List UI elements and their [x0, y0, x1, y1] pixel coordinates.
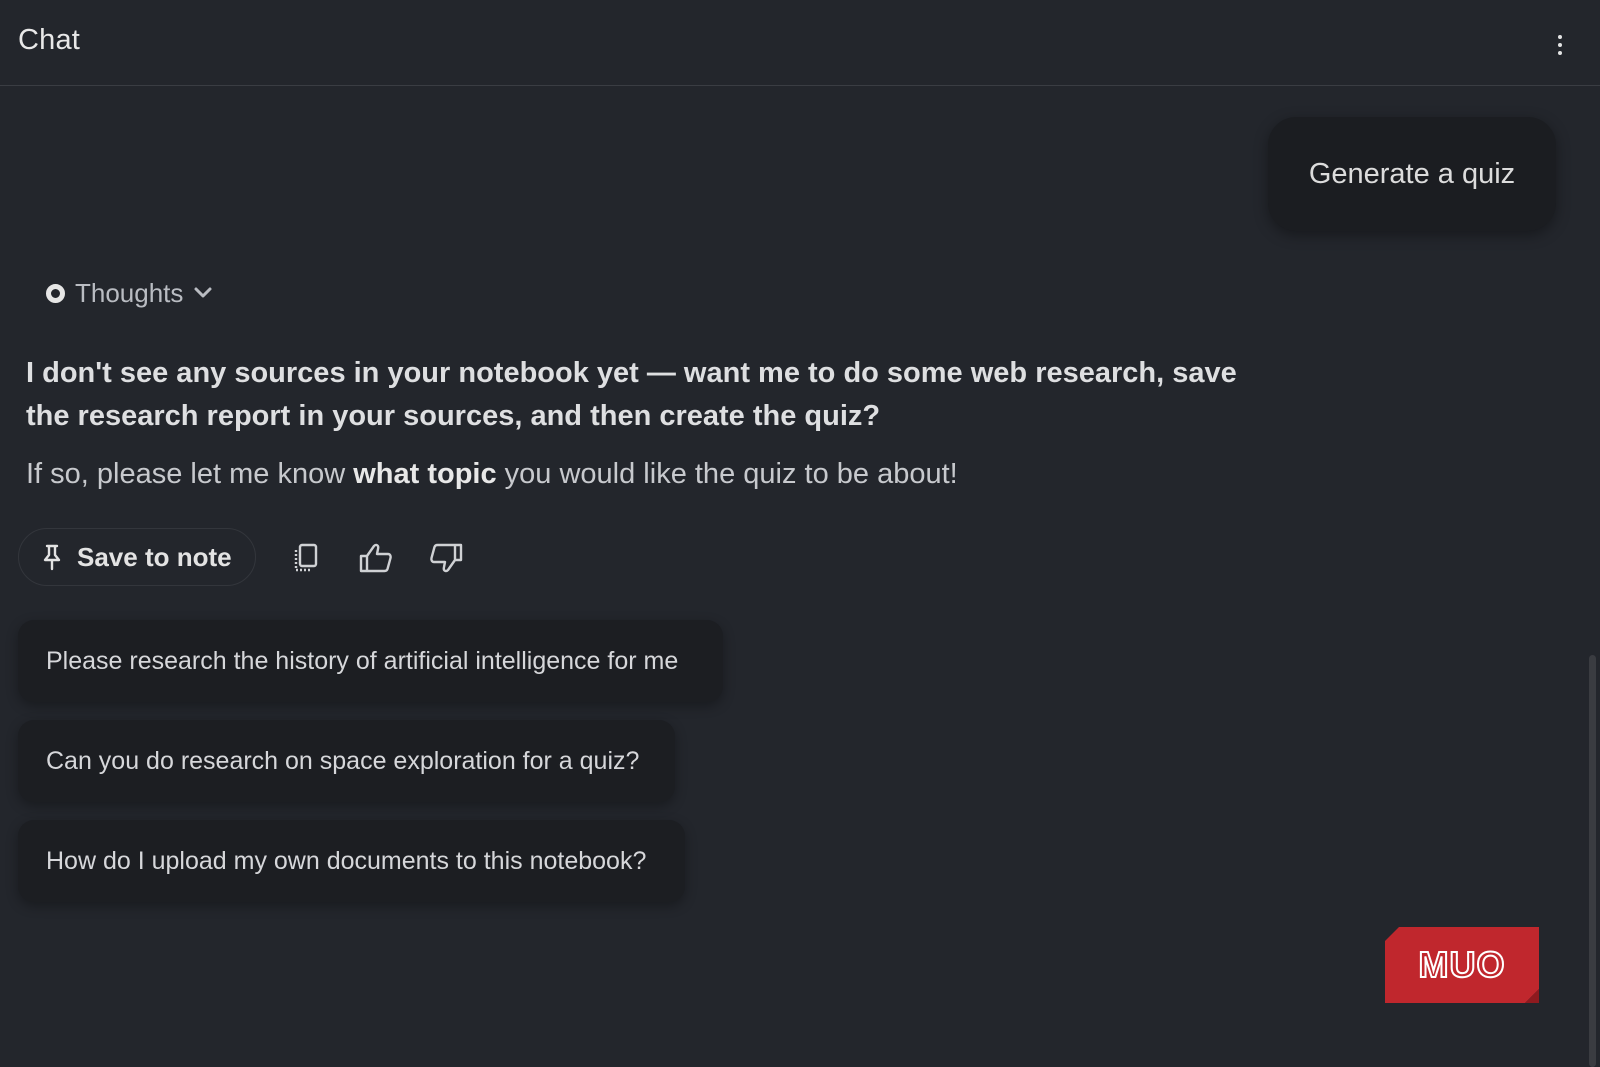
- copy-icon: [294, 543, 318, 572]
- thoughts-toggle[interactable]: Thoughts: [46, 276, 213, 310]
- muo-logo: MUO: [1385, 927, 1539, 1003]
- response-followup-text: If so, please let me know what topic you…: [26, 453, 1266, 496]
- suggestion-chip-2[interactable]: Can you do research on space exploration…: [18, 720, 675, 802]
- response-text-prefix: If so, please let me know: [26, 458, 354, 490]
- response-text-suffix: you would like the quiz to be about!: [496, 458, 958, 490]
- chevron-down-icon: [194, 287, 212, 298]
- scrollbar[interactable]: [1589, 655, 1596, 1067]
- suggestion-text: Please research the history of artificia…: [46, 646, 679, 675]
- thumbs-down-button[interactable]: [424, 536, 468, 580]
- user-message-text: Generate a quiz: [1308, 157, 1516, 190]
- thoughts-label: Thoughts: [75, 277, 184, 308]
- suggestion-chip-3[interactable]: How do I upload my own documents to this…: [18, 820, 685, 902]
- response-text-emphasis: what topic: [353, 458, 497, 490]
- more-vert-icon[interactable]: [1545, 28, 1575, 62]
- thumbs-up-button[interactable]: [354, 536, 398, 580]
- save-to-note-button[interactable]: Save to note: [18, 528, 256, 586]
- suggestion-chip-1[interactable]: Please research the history of artificia…: [18, 620, 723, 702]
- page-title: Chat: [18, 24, 81, 56]
- user-message-bubble: Generate a quiz: [1268, 117, 1556, 231]
- chat-header: Chat: [0, 0, 1600, 86]
- logo-text: MUO: [1419, 944, 1506, 985]
- suggestion-text: How do I upload my own documents to this…: [46, 846, 647, 875]
- thumbs-up-icon: [359, 543, 392, 573]
- response-bold-text: I don't see any sources in your notebook…: [26, 357, 1237, 432]
- pin-icon: [43, 544, 61, 571]
- save-to-note-label: Save to note: [77, 541, 232, 572]
- suggestion-text: Can you do research on space exploration…: [46, 746, 640, 775]
- chat-panel: Chat Generate a quiz Thoughts I don't se…: [0, 0, 1600, 1067]
- thoughts-status-icon: [46, 283, 65, 303]
- copy-button[interactable]: [284, 536, 328, 580]
- thumbs-down-icon: [430, 543, 463, 573]
